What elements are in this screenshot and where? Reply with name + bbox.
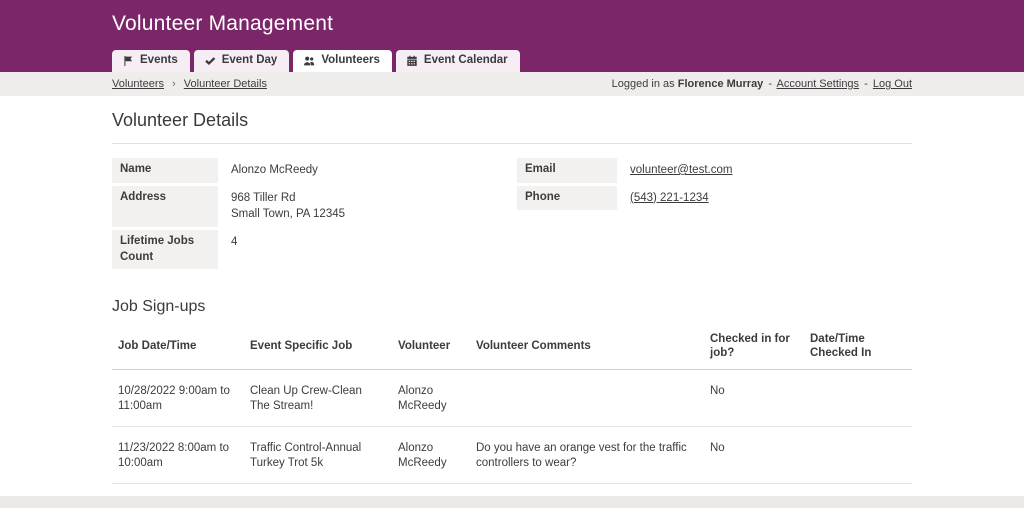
cell-job-datetime: 11/23/2022 8:00am to 10:00am [112,426,244,483]
column-header: Date/Time Checked In [804,326,912,369]
cell-checked-in: No [704,369,804,426]
cell-volunteer: Alonzo McReedy [392,369,470,426]
field-label: Phone [517,186,617,211]
cell-checked-in: No [704,483,804,496]
cell-event-job: Donations-Food and Clothing Drive [244,483,392,496]
cell-checked-in-time [804,369,912,426]
field-lifetime-jobs-count: Lifetime Jobs Count 4 [112,230,517,269]
field-label: Lifetime Jobs Count [112,230,218,269]
page-title: Volunteer Management [112,0,912,36]
field-email: Email volunteer@test.com [517,158,912,183]
users-icon [303,55,315,67]
flag-icon [122,55,134,67]
field-name: Name Alonzo McReedy [112,158,517,183]
field-phone: Phone (543) 221-1234 [517,186,912,211]
field-label: Address [112,186,218,227]
field-label: Email [517,158,617,183]
table-header-row: Job Date/Time Event Specific Job Volunte… [112,326,912,369]
cell-event-job: Traffic Control-Annual Turkey Trot 5k [244,426,392,483]
cell-comments [470,369,704,426]
phone-link[interactable]: (543) 221-1234 [630,192,709,204]
breadcrumb: Volunteers › Volunteer Details [112,78,267,90]
session-info: Logged in as Florence Murray - Account S… [612,78,912,90]
column-header: Volunteer Comments [470,326,704,369]
column-header: Checked in for job? [704,326,804,369]
tab-events[interactable]: Events [112,50,190,72]
breadcrumb-separator: › [172,78,176,90]
field-value: (543) 221-1234 [617,186,709,211]
volunteer-details-heading: Volunteer Details [112,110,912,131]
cell-job-datetime: 10/28/2022 9:00am to 11:00am [112,369,244,426]
breadcrumb-bar: Volunteers › Volunteer Details Logged in… [0,72,1024,96]
breadcrumb-volunteer-details-link[interactable]: Volunteer Details [184,78,267,90]
table-row: 12/16/2022 9:00am to 1:30pm Donations-Fo… [112,483,912,496]
cell-checked-in: No [704,426,804,483]
log-out-link[interactable]: Log Out [873,78,912,90]
breadcrumb-volunteers-link[interactable]: Volunteers [112,78,164,90]
session-prefix: Logged in as [612,78,675,90]
tab-label: Volunteers [321,55,380,67]
column-header: Volunteer [392,326,470,369]
app-header: Volunteer Management Events Event Day Vo… [0,0,1024,72]
cell-comments: Do you have an orange vest for the traff… [470,426,704,483]
address-line-2: Small Town, PA 12345 [231,206,345,223]
table-row: 10/28/2022 9:00am to 11:00am Clean Up Cr… [112,369,912,426]
account-settings-link[interactable]: Account Settings [777,78,860,90]
tab-volunteers[interactable]: Volunteers [293,50,392,72]
main-content: Volunteer Details Name Alonzo McReedy Ad… [0,96,1024,496]
field-label: Name [112,158,218,183]
heading-divider [112,143,912,144]
tab-label: Event Calendar [424,55,508,67]
column-header: Event Specific Job [244,326,392,369]
check-icon [204,55,216,67]
table-row: 11/23/2022 8:00am to 10:00am Traffic Con… [112,426,912,483]
cell-checked-in-time [804,483,912,496]
session-separator: - [768,78,772,90]
tab-label: Event Day [222,55,278,67]
address-line-1: 968 Tiller Rd [231,190,345,207]
tab-label: Events [140,55,178,67]
field-value: 4 [218,230,237,269]
cell-job-datetime: 12/16/2022 9:00am to 1:30pm [112,483,244,496]
field-value: Alonzo McReedy [218,158,318,183]
session-user: Florence Murray [678,78,764,90]
cell-event-job: Clean Up Crew-Clean The Stream! [244,369,392,426]
job-signups-table: Job Date/Time Event Specific Job Volunte… [112,326,912,496]
tab-event-day[interactable]: Event Day [194,50,290,72]
column-header: Job Date/Time [112,326,244,369]
session-separator: - [864,78,868,90]
job-signups-heading: Job Sign-ups [112,298,912,316]
field-address: Address 968 Tiller Rd Small Town, PA 123… [112,186,517,227]
main-nav: Events Event Day Volunteers Event Calend… [112,50,520,72]
field-value: volunteer@test.com [617,158,732,183]
cell-comments [470,483,704,496]
calendar-icon [406,55,418,67]
cell-checked-in-time [804,426,912,483]
email-link[interactable]: volunteer@test.com [630,164,732,176]
tab-event-calendar[interactable]: Event Calendar [396,50,520,72]
cell-volunteer: Alonzo McReedy [392,426,470,483]
volunteer-details-fields: Name Alonzo McReedy Address 968 Tiller R… [112,158,912,272]
field-value: 968 Tiller Rd Small Town, PA 12345 [218,186,345,227]
cell-volunteer: Alonzo McReedy [392,483,470,496]
